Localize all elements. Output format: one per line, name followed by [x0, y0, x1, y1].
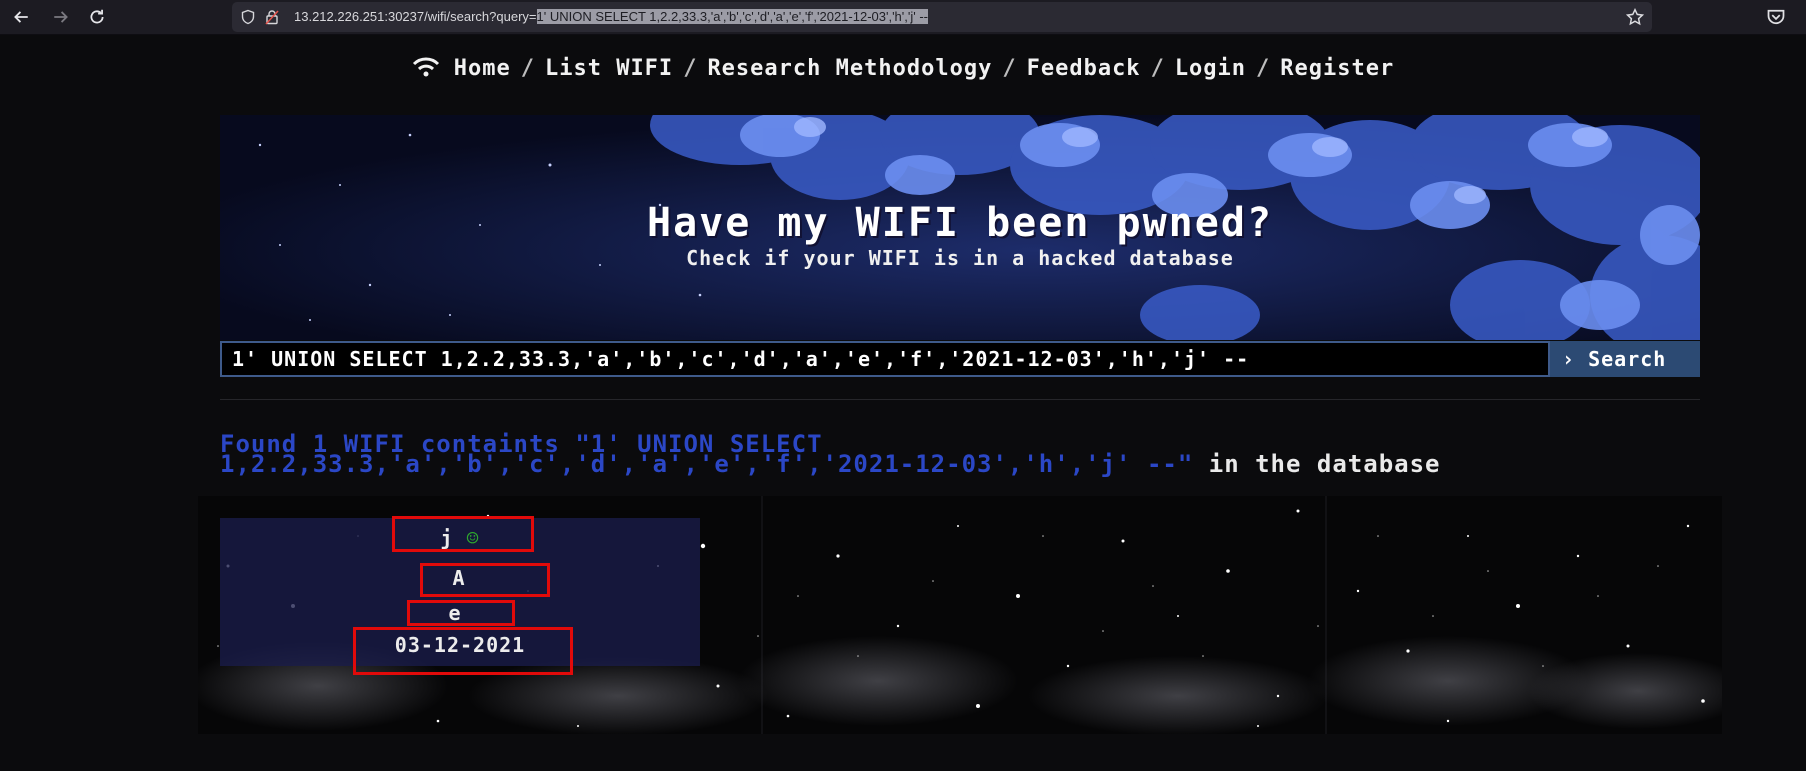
- nav-separator: /: [520, 56, 535, 81]
- nav-login[interactable]: Login: [1175, 56, 1246, 81]
- site-nav: Home / List WIFI / Research Methodology / Feed…: [0, 56, 1806, 81]
- star-icon[interactable]: [1625, 7, 1645, 26]
- nav-register[interactable]: Register: [1280, 56, 1394, 81]
- nav-separator: /: [683, 56, 698, 81]
- hero-title: Have my WIFI been pwned?: [647, 200, 1273, 246]
- url-prefix: 13.212.226.251:30237/wifi/search?query=: [294, 9, 537, 24]
- search-button-label: Search: [1588, 347, 1667, 371]
- back-arrow-icon[interactable]: [8, 4, 34, 30]
- url-text: 13.212.226.251:30237/wifi/search?query=1…: [294, 9, 929, 24]
- highlight-box: [392, 516, 534, 552]
- hero-banner: Have my WIFI been pwned? Check if your W…: [220, 115, 1700, 340]
- search-input[interactable]: [220, 341, 1550, 377]
- result-heading: Found 1 WIFI containts "1' UNION SELECT …: [220, 432, 1710, 476]
- nav-feedback[interactable]: Feedback: [1027, 56, 1141, 81]
- url-selected-query: 1' UNION SELECT 1,2.2,33.3,'a','b','c','…: [536, 9, 929, 24]
- result-query-tail: 1,2.2,33.3,'a','b','c','d','a','e','f','…: [220, 450, 1194, 478]
- highlight-box: [407, 600, 515, 626]
- nav-separator: /: [1256, 56, 1271, 81]
- nav-home[interactable]: Home: [454, 56, 511, 81]
- lock-icon[interactable]: [264, 9, 280, 25]
- search-button[interactable]: › Search: [1550, 341, 1700, 377]
- nav-separator: /: [1150, 56, 1165, 81]
- nav-list-wifi[interactable]: List WIFI: [545, 56, 673, 81]
- browser-toolbar: 13.212.226.251:30237/wifi/search?query=1…: [0, 0, 1806, 35]
- highlight-box: [353, 627, 573, 675]
- shield-icon[interactable]: [240, 9, 256, 25]
- nav-separator: /: [1002, 56, 1017, 81]
- reload-icon[interactable]: [84, 4, 110, 30]
- hero-subtitle: Check if your WIFI is in a hacked databa…: [686, 246, 1234, 270]
- highlight-box: [420, 563, 550, 597]
- nav-research-methodology[interactable]: Research Methodology: [707, 56, 992, 81]
- result-suffix: in the database: [1193, 450, 1441, 478]
- divider: [220, 399, 1700, 400]
- chevron-right-icon: ›: [1562, 347, 1576, 371]
- forward-arrow-icon[interactable]: [48, 4, 74, 30]
- pocket-icon[interactable]: [1766, 7, 1786, 27]
- wifi-icon: [412, 56, 440, 78]
- address-bar[interactable]: 13.212.226.251:30237/wifi/search?query=1…: [232, 2, 1652, 32]
